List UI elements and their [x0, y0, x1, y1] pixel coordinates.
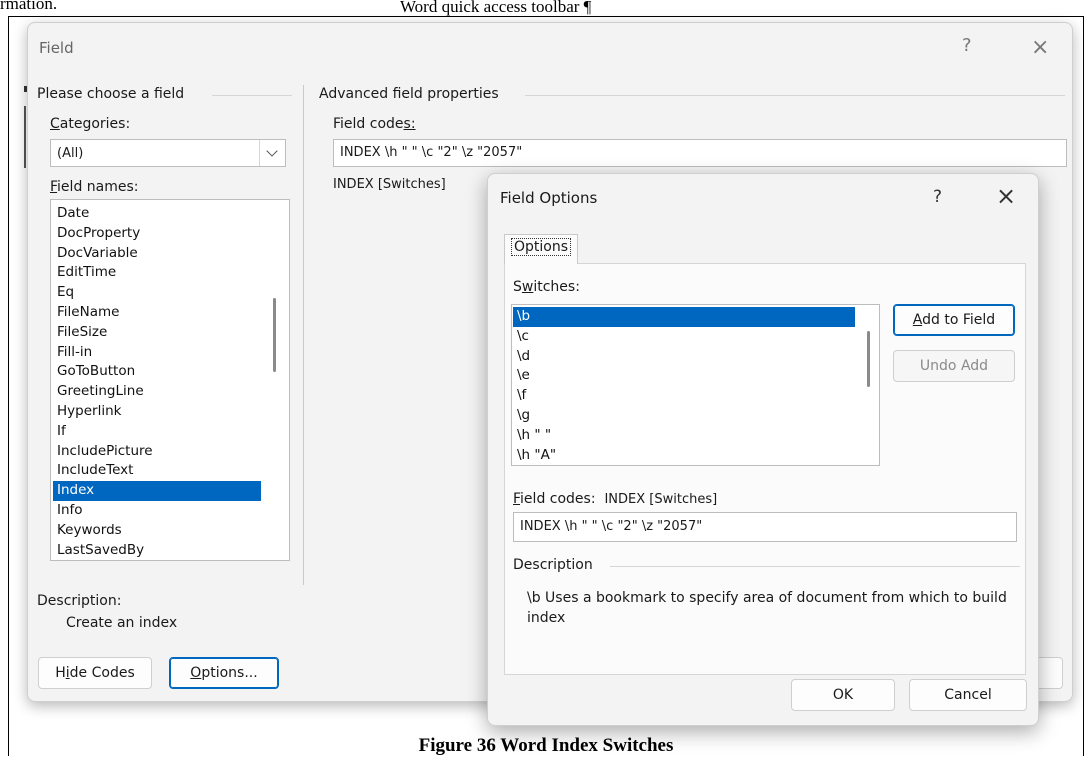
switches-scrollbar-thumb[interactable] [867, 331, 870, 387]
field-names-scrollbar-thumb[interactable] [273, 298, 276, 372]
categories-dropdown-button[interactable] [259, 140, 285, 166]
switch-description-text: \b Uses a bookmark to specify area of do… [527, 590, 1007, 626]
document-margin-mark [24, 106, 26, 168]
options-button[interactable]: Options... [169, 657, 279, 689]
list-item[interactable]: GreetingLine [53, 382, 261, 402]
list-item[interactable]: FileName [53, 303, 261, 323]
group-divider [525, 95, 1065, 96]
list-item[interactable]: Hyperlink [53, 402, 261, 422]
list-item[interactable]: \e [513, 366, 855, 386]
group-divider [212, 95, 292, 96]
field-options-dialog: Field Options ? × Options Switches: \b \c… [487, 173, 1039, 726]
pane-divider [303, 85, 304, 585]
tab-options[interactable]: Options [504, 234, 579, 264]
field-dialog-title: Field [39, 39, 74, 57]
list-item[interactable]: FileSize [53, 323, 261, 343]
list-item[interactable]: IncludePicture [53, 442, 261, 462]
list-item[interactable]: DocVariable [53, 244, 261, 264]
document-heading-fragment: Word quick access toolbar ¶ [400, 0, 592, 16]
list-item[interactable]: \h " " [513, 426, 855, 446]
list-item[interactable]: \c [513, 327, 855, 347]
list-item[interactable]: \g [513, 406, 855, 426]
description-group-label: Description [513, 557, 593, 573]
list-item[interactable]: Fill-in [53, 343, 261, 363]
list-item[interactable]: Date [53, 204, 261, 224]
ok-button[interactable]: OK [791, 679, 895, 711]
chevron-down-icon [266, 145, 278, 157]
group-divider [610, 566, 1020, 567]
undo-add-button: Undo Add [893, 350, 1015, 382]
list-item[interactable]: \h "A" [513, 446, 855, 465]
list-item[interactable]: Eq [53, 283, 261, 303]
choose-field-group-label: Please choose a field [37, 86, 185, 102]
field-codes-label: Field codes: [333, 116, 416, 132]
options-field-codes-input[interactable]: INDEX \h " " \c "2" \z "2057" [513, 512, 1017, 542]
list-item[interactable]: DocProperty [53, 224, 261, 244]
field-names-listbox[interactable]: Date DocProperty DocVariable EditTime Eq File… [50, 199, 290, 561]
field-names-label: Field names: [50, 179, 139, 195]
categories-combobox[interactable]: (All) [50, 139, 286, 167]
switches-list: \b \c \d \e \f \g \h " " \h "A" [513, 307, 855, 465]
categories-label: Categories: [50, 116, 131, 132]
switches-listbox[interactable]: \b \c \d \e \f \g \h " " \h "A" [511, 304, 880, 466]
options-close-button[interactable]: × [996, 182, 1016, 210]
close-button[interactable]: × [1031, 35, 1049, 60]
hide-codes-button[interactable]: Hide Codes [38, 657, 152, 689]
figure-caption: Figure 36 Word Index Switches [418, 735, 674, 756]
document-text-fragment: rmation. [0, 0, 58, 13]
switches-label: Switches: [513, 279, 580, 295]
description-text: Create an index [66, 615, 178, 631]
list-item[interactable]: Info [53, 501, 261, 521]
field-codes-input[interactable]: INDEX \h " " \c "2" \z "2057" [333, 139, 1067, 167]
field-names-list: Date DocProperty DocVariable EditTime Eq File… [53, 204, 261, 560]
list-item[interactable]: IncludeText [53, 461, 261, 481]
list-item[interactable]: \b [513, 307, 855, 327]
field-syntax-text: INDEX [Switches] [333, 177, 446, 192]
field-options-title: Field Options [500, 189, 598, 207]
list-item[interactable]: Index [53, 481, 261, 501]
help-button[interactable]: ? [962, 35, 972, 56]
cancel-button[interactable]: Cancel [909, 679, 1027, 711]
list-item[interactable]: \f [513, 386, 855, 406]
list-item[interactable]: If [53, 422, 261, 442]
advanced-properties-group-label: Advanced field properties [319, 86, 499, 102]
list-item[interactable]: GoToButton [53, 362, 261, 382]
options-help-button[interactable]: ? [933, 187, 942, 207]
list-item[interactable]: Keywords [53, 521, 261, 541]
list-item[interactable]: \d [513, 347, 855, 367]
list-item[interactable]: EditTime [53, 263, 261, 283]
list-item[interactable]: LastSavedBy [53, 541, 261, 560]
add-to-field-button[interactable]: Add to Field [893, 304, 1015, 336]
categories-value: (All) [57, 146, 84, 161]
options-field-codes-label: Field codes: INDEX [Switches] [513, 491, 718, 507]
description-label: Description: [37, 593, 122, 609]
options-tab-panel: Switches: \b \c \d \e \f \g \h " " \h "A" Add t… [504, 263, 1026, 675]
